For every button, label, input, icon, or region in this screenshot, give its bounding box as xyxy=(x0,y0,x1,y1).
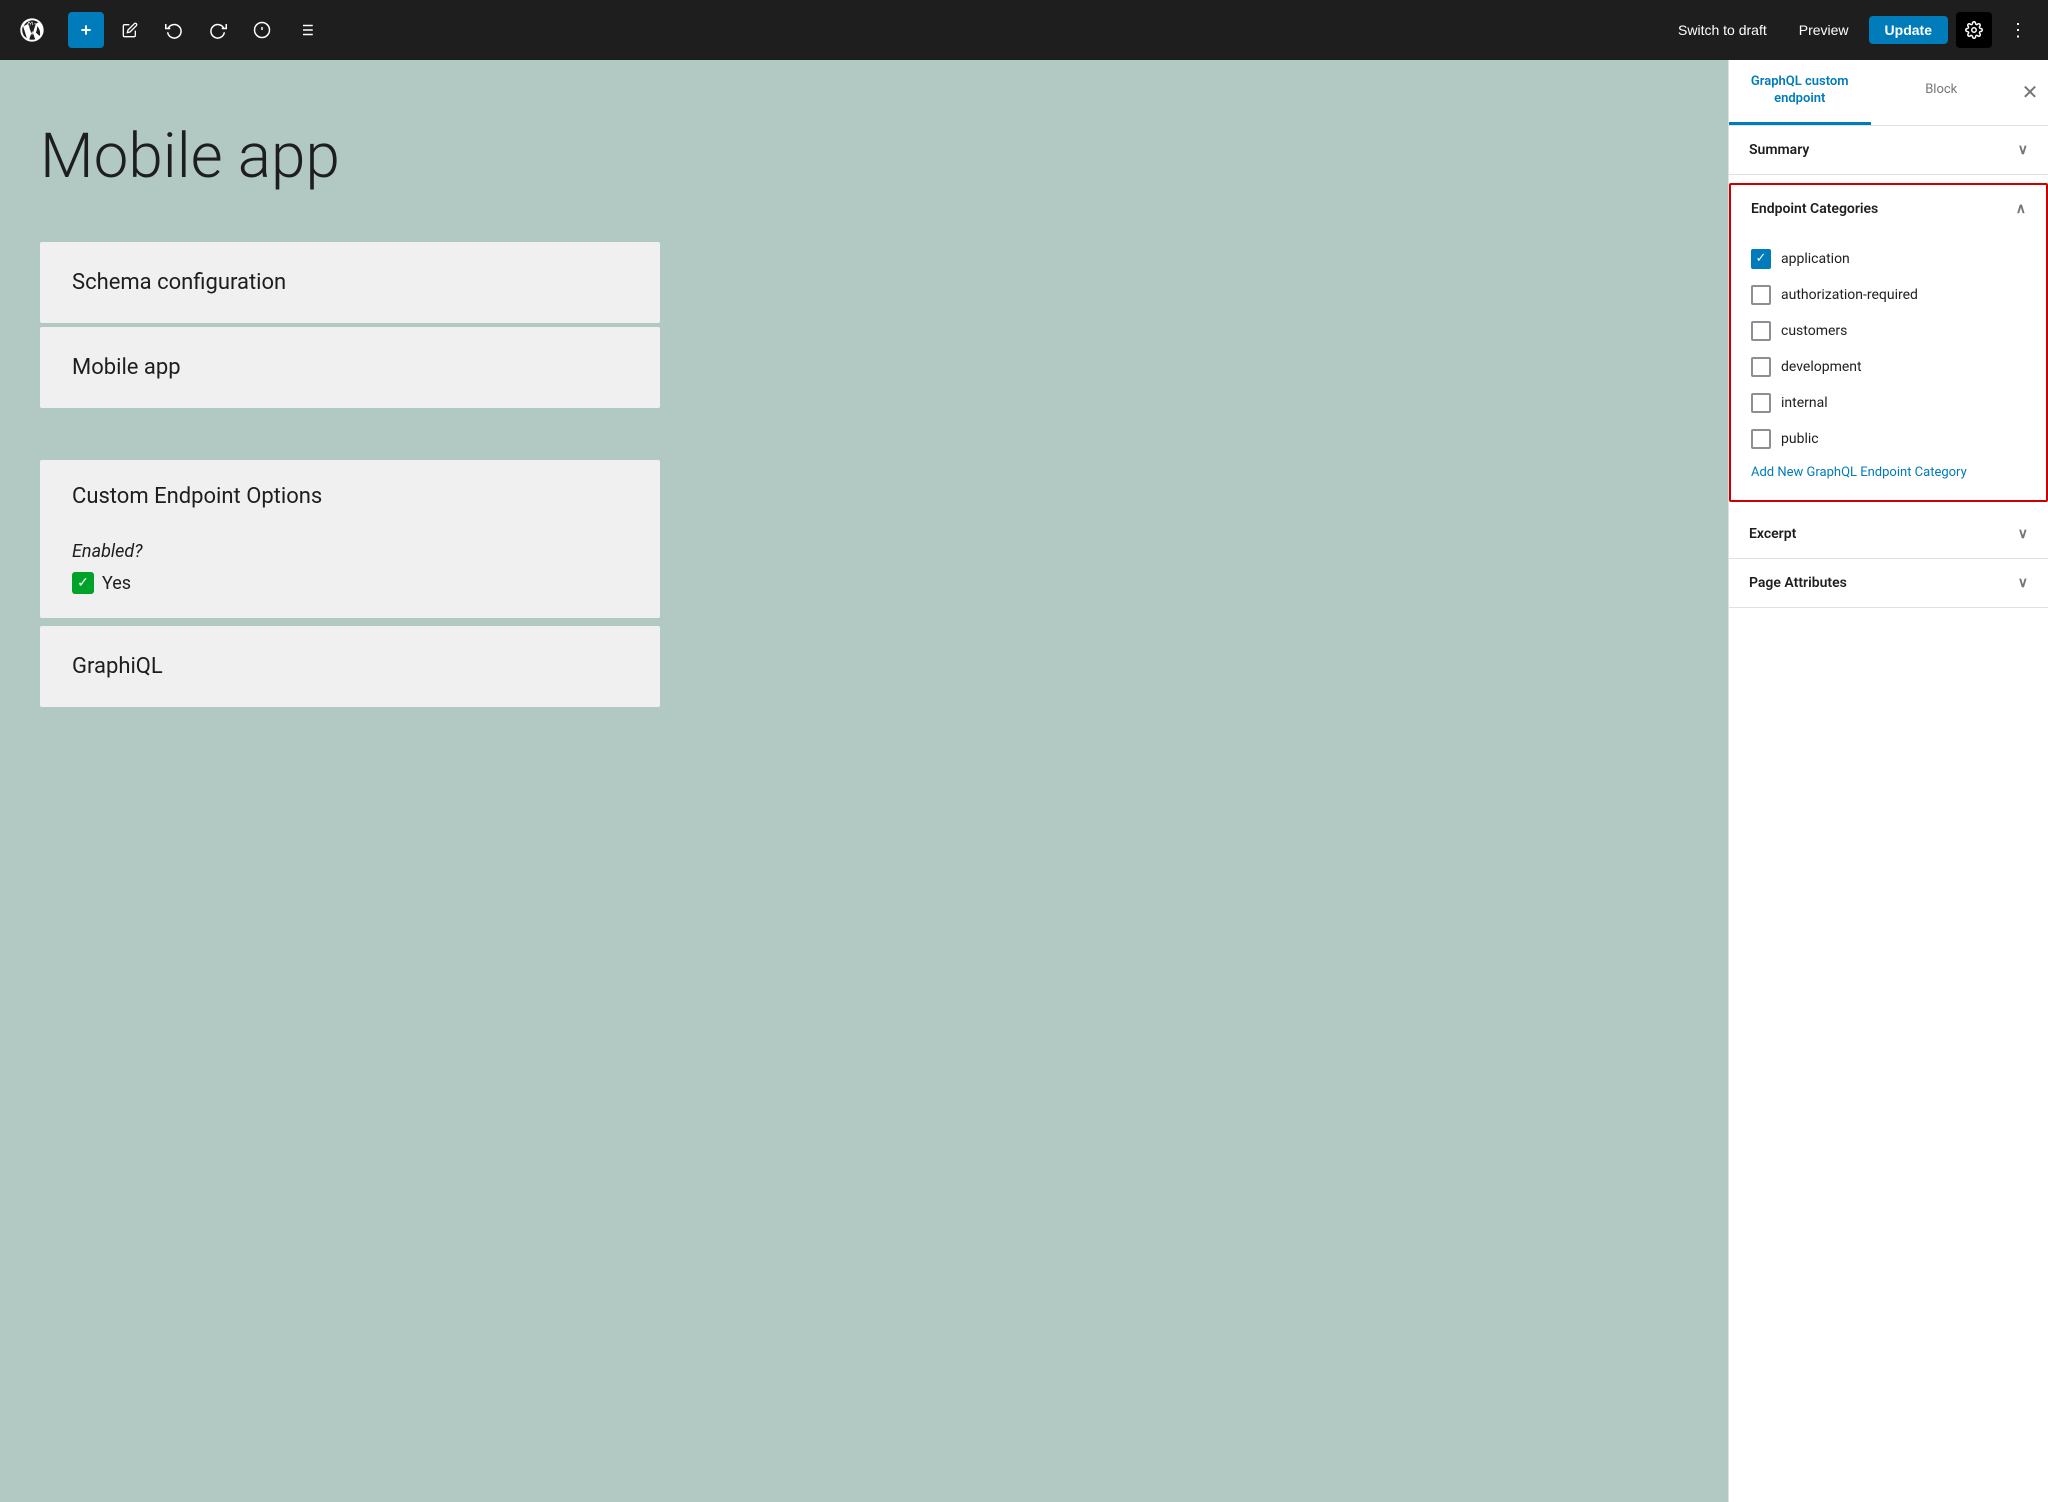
endpoint-categories-label: Endpoint Categories xyxy=(1751,201,1878,217)
close-sidebar-button[interactable]: ✕ xyxy=(2012,74,2048,110)
category-checkbox-internal[interactable] xyxy=(1751,393,1771,413)
preview-button[interactable]: Preview xyxy=(1787,16,1861,44)
category-item-authorization-required[interactable]: authorization-required xyxy=(1751,277,2026,313)
endpoint-categories-header[interactable]: Endpoint Categories ∧ xyxy=(1731,185,2046,233)
redo-button[interactable] xyxy=(200,12,236,48)
switch-to-draft-button[interactable]: Switch to draft xyxy=(1666,16,1779,44)
category-checkbox-authorization-required[interactable] xyxy=(1751,285,1771,305)
sidebar-tabs: GraphQL custom endpoint Block ✕ xyxy=(1729,60,2048,126)
category-checkbox-public[interactable] xyxy=(1751,429,1771,449)
mobile-app-label: Mobile app xyxy=(72,355,181,380)
category-item-public[interactable]: public xyxy=(1751,421,2026,457)
add-category-link[interactable]: Add New GraphQL Endpoint Category xyxy=(1751,457,2026,484)
editor-area: Mobile app Schema configuration Mobile a… xyxy=(0,60,1728,1502)
enabled-checkbox[interactable]: ✓ xyxy=(72,572,94,594)
summary-panel-header[interactable]: Summary ∨ xyxy=(1729,126,2048,174)
category-item-application[interactable]: ✓ application xyxy=(1751,241,2026,277)
add-block-button[interactable] xyxy=(68,12,104,48)
endpoint-categories-panel: Endpoint Categories ∧ ✓ application auth… xyxy=(1729,183,2048,502)
mobile-app-block[interactable]: Mobile app xyxy=(40,327,660,408)
page-attributes-panel: Page Attributes ∨ xyxy=(1729,559,2048,608)
page-attributes-label: Page Attributes xyxy=(1749,575,1847,591)
category-checkbox-customers[interactable] xyxy=(1751,321,1771,341)
settings-button[interactable] xyxy=(1956,12,1992,48)
page-attributes-chevron-icon: ∨ xyxy=(2018,575,2028,591)
summary-label: Summary xyxy=(1749,142,1809,158)
schema-config-label: Schema configuration xyxy=(72,270,286,295)
endpoint-categories-body: ✓ application authorization-required cus… xyxy=(1731,233,2046,500)
main-area: Mobile app Schema configuration Mobile a… xyxy=(0,60,2048,1502)
category-label-internal: internal xyxy=(1781,395,1828,411)
enabled-label: Enabled? xyxy=(72,541,628,562)
custom-endpoint-section: Custom Endpoint Options Enabled? ✓ Yes xyxy=(40,460,660,618)
edit-tool-button[interactable] xyxy=(112,12,148,48)
category-label-development: development xyxy=(1781,359,1862,375)
category-label-customers: customers xyxy=(1781,323,1847,339)
tab-graphql-endpoint[interactable]: GraphQL custom endpoint xyxy=(1729,60,1871,125)
excerpt-panel-header[interactable]: Excerpt ∨ xyxy=(1729,510,2048,558)
schema-config-block[interactable]: Schema configuration xyxy=(40,242,660,323)
tab-block[interactable]: Block xyxy=(1871,68,2013,116)
custom-endpoint-header: Custom Endpoint Options xyxy=(40,460,660,533)
category-item-development[interactable]: development xyxy=(1751,349,2026,385)
info-button[interactable] xyxy=(244,12,280,48)
category-item-customers[interactable]: customers xyxy=(1751,313,2026,349)
category-item-internal[interactable]: internal xyxy=(1751,385,2026,421)
category-checkbox-application[interactable]: ✓ xyxy=(1751,249,1771,269)
category-checkbox-development[interactable] xyxy=(1751,357,1771,377)
more-options-button[interactable]: ⋮ xyxy=(2000,12,2036,48)
undo-button[interactable] xyxy=(156,12,192,48)
category-label-application: application xyxy=(1781,251,1850,267)
enabled-value: ✓ Yes xyxy=(72,572,628,594)
category-label-public: public xyxy=(1781,431,1819,447)
page-attributes-header[interactable]: Page Attributes ∨ xyxy=(1729,559,2048,607)
toolbar: Switch to draft Preview Update ⋮ xyxy=(0,0,2048,60)
excerpt-label: Excerpt xyxy=(1749,526,1796,542)
graphiql-block[interactable]: GraphiQL xyxy=(40,626,660,707)
list-view-button[interactable] xyxy=(288,12,324,48)
custom-endpoint-body: Enabled? ✓ Yes xyxy=(40,533,660,618)
endpoint-categories-chevron-icon: ∧ xyxy=(2016,201,2026,217)
enabled-text: Yes xyxy=(102,573,131,594)
page-title: Mobile app xyxy=(40,120,340,194)
graphiql-label: GraphiQL xyxy=(72,654,163,679)
sidebar: GraphQL custom endpoint Block ✕ Summary … xyxy=(1728,60,2048,1502)
toolbar-right: Switch to draft Preview Update ⋮ xyxy=(1666,12,2036,48)
excerpt-panel: Excerpt ∨ xyxy=(1729,510,2048,559)
summary-panel: Summary ∨ xyxy=(1729,126,2048,175)
wp-logo xyxy=(12,10,52,50)
summary-chevron-icon: ∨ xyxy=(2018,142,2028,158)
update-button[interactable]: Update xyxy=(1869,16,1948,44)
category-label-authorization-required: authorization-required xyxy=(1781,287,1918,303)
excerpt-chevron-icon: ∨ xyxy=(2018,526,2028,542)
